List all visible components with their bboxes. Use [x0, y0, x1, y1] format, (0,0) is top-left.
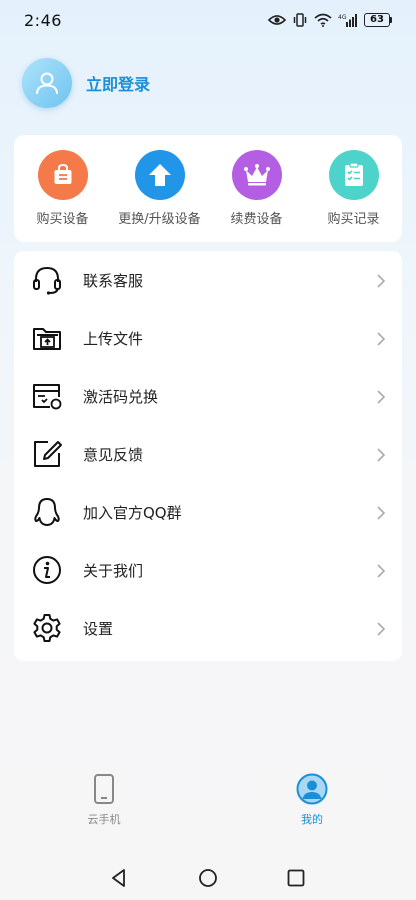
tab-label: 我的 — [301, 813, 323, 826]
status-bar: 2:46 4G 63 — [0, 0, 416, 40]
login-link[interactable]: 立即登录 — [86, 71, 150, 95]
edit-pencil-icon — [30, 437, 64, 471]
chevron-right-icon — [377, 448, 386, 462]
chevron-right-icon — [377, 622, 386, 636]
battery-level: 63 — [364, 13, 390, 27]
quick-actions-card: 购买设备 更换/升级设备 续费设备 购买记录 — [14, 135, 402, 242]
user-profile-icon — [296, 773, 328, 805]
profile-header[interactable]: 立即登录 — [22, 58, 150, 108]
menu-item-activation-code[interactable]: 激活码兑换 — [14, 367, 402, 425]
upload-arrow-icon — [134, 150, 185, 200]
menu-list: 联系客服 上传文件 激活码兑换 意见反馈 加入官方QQ群 关于我们 设置 — [14, 251, 402, 661]
crown-icon — [231, 150, 282, 200]
quick-action-label: 更换/升级设备 — [118, 212, 201, 227]
status-icons: 4G 63 — [268, 13, 392, 27]
menu-item-upload-file[interactable]: 上传文件 — [14, 309, 402, 367]
menu-item-label: 联系客服 — [83, 271, 144, 290]
folder-upload-icon — [30, 321, 64, 355]
shopping-bag-icon — [37, 150, 88, 200]
tab-label: 云手机 — [87, 813, 121, 826]
menu-item-label: 关于我们 — [83, 561, 144, 580]
chevron-right-icon — [377, 274, 386, 288]
tab-cloud-phone[interactable]: 云手机 — [64, 773, 144, 827]
signal-icon: 4G — [338, 14, 357, 27]
quick-action-renew-device[interactable]: 续费设备 — [208, 150, 305, 227]
clipboard-checklist-icon — [328, 150, 379, 200]
tab-mine[interactable]: 我的 — [272, 773, 352, 827]
menu-item-join-qq-group[interactable]: 加入官方QQ群 — [14, 483, 402, 541]
user-icon — [36, 72, 58, 95]
info-icon — [30, 553, 64, 587]
battery-icon: 63 — [364, 13, 392, 27]
menu-item-label: 加入官方QQ群 — [83, 503, 182, 522]
menu-item-label: 意见反馈 — [83, 445, 144, 464]
quick-action-upgrade-device[interactable]: 更换/升级设备 — [111, 150, 208, 227]
menu-item-label: 激活码兑换 — [83, 387, 159, 406]
phone-icon — [94, 774, 114, 804]
back-icon[interactable] — [108, 867, 130, 889]
quick-action-label: 购买记录 — [327, 212, 380, 227]
quick-action-purchase-records[interactable]: 购买记录 — [305, 150, 402, 227]
gear-icon — [30, 611, 64, 645]
recents-icon[interactable] — [285, 867, 307, 889]
headset-icon — [30, 263, 64, 297]
avatar[interactable] — [22, 58, 72, 108]
menu-item-settings[interactable]: 设置 — [14, 599, 402, 657]
chevron-right-icon — [377, 332, 386, 346]
eye-icon — [268, 15, 286, 25]
quick-action-buy-device[interactable]: 购买设备 — [14, 150, 111, 227]
chevron-right-icon — [377, 390, 386, 404]
network-type: 4G — [338, 14, 347, 21]
chevron-right-icon — [377, 564, 386, 578]
menu-item-about-us[interactable]: 关于我们 — [14, 541, 402, 599]
home-icon[interactable] — [197, 867, 219, 889]
wifi-icon — [314, 13, 332, 27]
chevron-right-icon — [377, 506, 386, 520]
menu-item-feedback[interactable]: 意见反馈 — [14, 425, 402, 483]
quick-action-label: 续费设备 — [230, 212, 283, 227]
menu-item-label: 设置 — [83, 619, 114, 638]
menu-item-customer-service[interactable]: 联系客服 — [14, 251, 402, 309]
system-nav-bar — [0, 855, 416, 900]
menu-item-label: 上传文件 — [83, 329, 144, 348]
ticket-exchange-icon — [30, 379, 64, 413]
quick-action-label: 购买设备 — [36, 212, 89, 227]
status-time: 2:46 — [24, 10, 62, 30]
qq-penguin-icon — [30, 495, 64, 529]
bottom-tab-bar: 云手机 我的 — [0, 765, 416, 835]
vibrate-icon — [293, 13, 307, 27]
